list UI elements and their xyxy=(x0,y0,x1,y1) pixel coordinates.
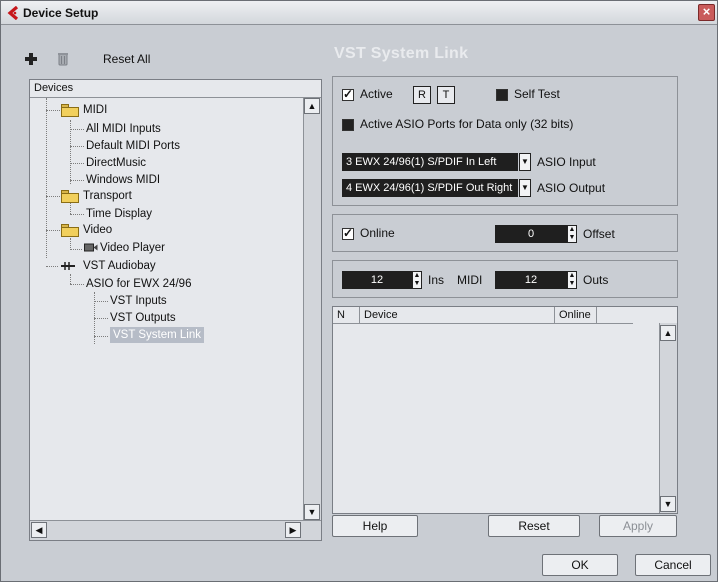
cubase-logo-icon xyxy=(7,6,19,20)
offset-field[interactable]: 0 xyxy=(495,225,567,243)
tree-item-directmusic[interactable]: DirectMusic xyxy=(86,155,146,171)
midi-ports-group: 12 ▲ ▼ Ins MIDI 12 ▲ ▼ Outs xyxy=(332,260,678,298)
tree-vertical-scrollbar[interactable]: ▲ ▼ xyxy=(303,98,321,522)
scroll-up-icon[interactable]: ▲ xyxy=(304,98,320,114)
outs-stepper[interactable]: ▲ ▼ xyxy=(567,271,577,289)
tree-item-vst-outputs[interactable]: VST Outputs xyxy=(110,310,176,326)
tree-item-asio-for-ewx[interactable]: ASIO for EWX 24/96 xyxy=(86,276,191,292)
outs-label: Outs xyxy=(583,273,609,287)
reset-all-button[interactable]: Reset All xyxy=(103,52,150,66)
self-test-label: Self Test xyxy=(514,87,560,101)
devices-tree-header: Devices xyxy=(30,80,321,98)
scroll-down-icon[interactable]: ▼ xyxy=(304,504,320,520)
column-header-online[interactable]: Online xyxy=(555,307,597,324)
cancel-button[interactable]: Cancel xyxy=(635,554,711,576)
tree-item-all-midi-inputs[interactable]: All MIDI Inputs xyxy=(86,121,161,137)
outs-field[interactable]: 12 xyxy=(495,271,567,289)
scroll-up-icon[interactable]: ▲ xyxy=(660,325,676,341)
offset-label: Offset xyxy=(583,227,615,241)
r-toggle-button[interactable]: R xyxy=(413,86,431,104)
folder-icon xyxy=(61,224,79,237)
tree-item-vst-audiobay[interactable]: VST Audiobay xyxy=(83,258,156,274)
offset-stepper[interactable]: ▲ ▼ xyxy=(567,225,577,243)
asio-ports-data-label: Active ASIO Ports for Data only (32 bits… xyxy=(360,117,574,131)
online-label: Online xyxy=(360,226,395,240)
asio-input-select[interactable]: 3 EWX 24/96(1) S/PDIF In Left xyxy=(342,153,518,171)
scroll-left-icon[interactable]: ◀ xyxy=(31,522,47,538)
tree-item-video-player[interactable]: Video Player xyxy=(100,240,165,256)
active-checkbox[interactable] xyxy=(342,87,354,101)
tree-item-transport[interactable]: Transport xyxy=(83,188,132,204)
list-header: N Device Online xyxy=(333,307,633,324)
ins-field[interactable]: 12 xyxy=(342,271,412,289)
folder-icon xyxy=(61,190,79,203)
midi-label: MIDI xyxy=(457,273,483,287)
tree-item-time-display[interactable]: Time Display xyxy=(86,206,152,222)
devices-tree-body: MIDI All MIDI Inputs Default MIDI Ports … xyxy=(30,98,294,518)
tree-horizontal-scrollbar[interactable]: ◀ ▶ xyxy=(30,520,321,540)
t-toggle-button[interactable]: T xyxy=(437,86,455,104)
tree-item-windows-midi[interactable]: Windows MIDI xyxy=(86,172,160,188)
device-toolbar: Reset All xyxy=(23,49,323,69)
column-header-n[interactable]: N xyxy=(333,307,360,324)
video-player-icon xyxy=(84,243,98,252)
ins-stepper[interactable]: ▲ ▼ xyxy=(412,271,422,289)
window-title: Device Setup xyxy=(23,6,99,20)
plus-icon[interactable] xyxy=(23,51,39,67)
audiobay-icon xyxy=(61,262,75,270)
column-header-device[interactable]: Device xyxy=(360,307,555,324)
asio-ports-data-checkbox[interactable] xyxy=(342,119,354,131)
scroll-right-icon[interactable]: ▶ xyxy=(285,522,301,538)
asio-output-label: ASIO Output xyxy=(537,181,606,195)
device-setup-window: Device Setup × Reset All Devices MIDI Al… xyxy=(0,0,718,582)
scroll-down-icon[interactable]: ▼ xyxy=(660,496,676,512)
tree-item-video[interactable]: Video xyxy=(83,222,112,238)
devices-tree[interactable]: Devices MIDI All MIDI Inputs Default MID… xyxy=(29,79,322,541)
ok-button[interactable]: OK xyxy=(542,554,618,576)
asio-output-select[interactable]: 4 EWX 24/96(1) S/PDIF Out Right xyxy=(342,179,518,197)
system-link-settings-group: Active R T Self Test Active ASIO Ports f… xyxy=(332,76,678,206)
folder-icon xyxy=(61,104,79,117)
panel-title: VST System Link xyxy=(334,45,469,62)
trash-icon[interactable] xyxy=(55,51,71,67)
apply-button[interactable]: Apply xyxy=(599,515,677,537)
list-vertical-scrollbar[interactable]: ▲ ▼ xyxy=(659,323,677,513)
help-button[interactable]: Help xyxy=(332,515,418,537)
tree-item-vst-system-link[interactable]: VST System Link xyxy=(110,327,204,343)
online-checkbox[interactable] xyxy=(342,226,354,240)
linked-devices-list[interactable]: N Device Online ▲ ▼ xyxy=(332,306,678,514)
close-window-button[interactable]: × xyxy=(698,4,715,21)
active-label: Active xyxy=(360,87,393,101)
chevron-down-icon[interactable]: ▼ xyxy=(519,179,531,197)
asio-input-label: ASIO Input xyxy=(537,155,596,169)
title-bar[interactable]: Device Setup × xyxy=(1,1,717,25)
chevron-down-icon[interactable]: ▼ xyxy=(519,153,531,171)
tree-item-vst-inputs[interactable]: VST Inputs xyxy=(110,293,167,309)
reset-button[interactable]: Reset xyxy=(488,515,580,537)
tree-item-default-midi-ports[interactable]: Default MIDI Ports xyxy=(86,138,180,154)
self-test-checkbox[interactable] xyxy=(496,89,508,101)
ins-label: Ins xyxy=(428,273,445,287)
online-group: Online 0 ▲▼ Offset xyxy=(332,214,678,252)
tree-item-midi[interactable]: MIDI xyxy=(83,102,107,118)
